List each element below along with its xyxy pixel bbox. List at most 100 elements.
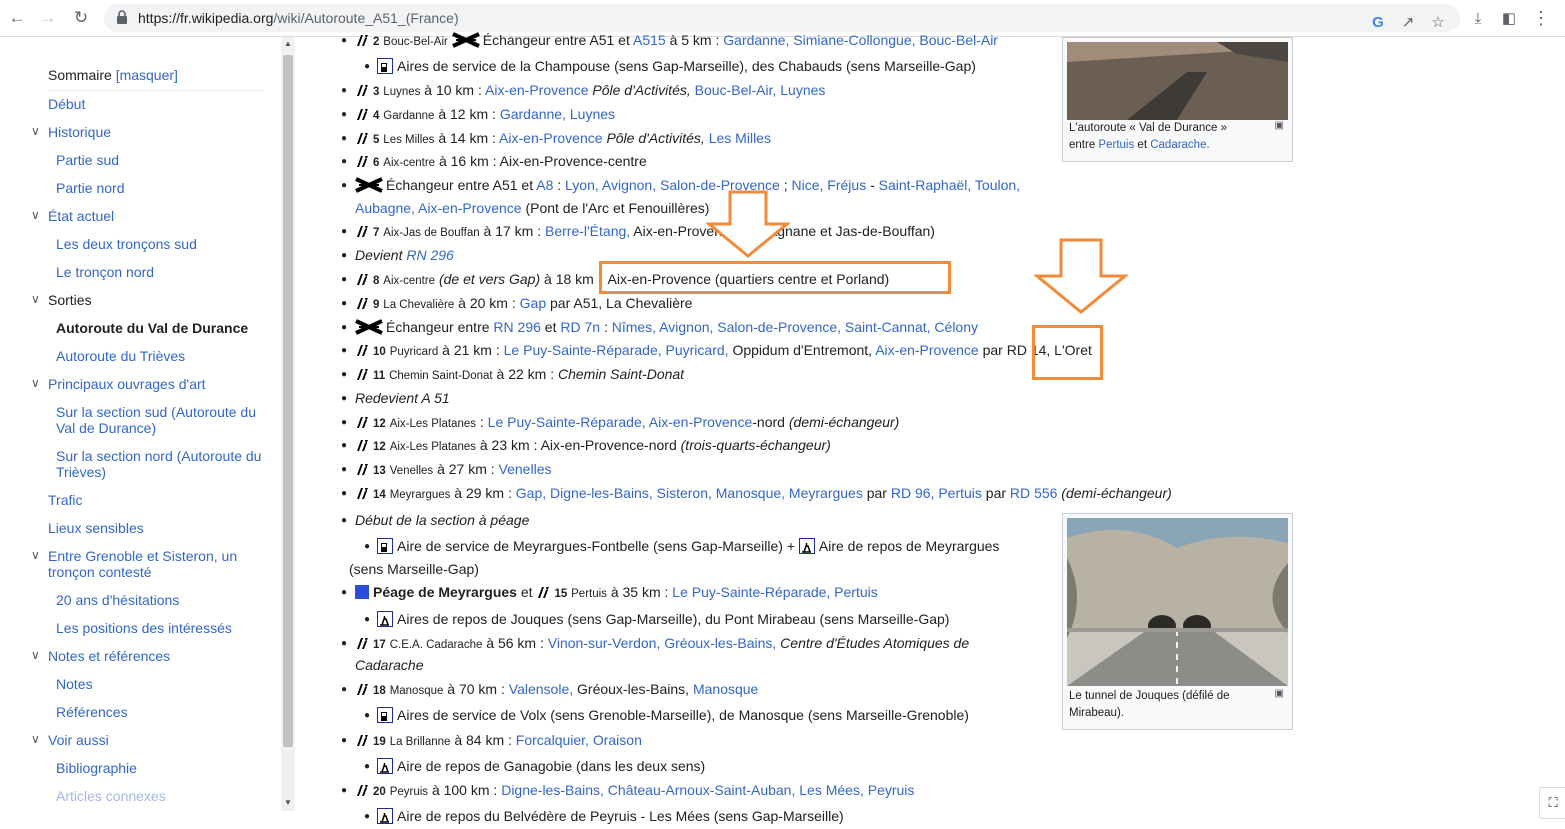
- google-icon[interactable]: G: [1366, 10, 1390, 34]
- link[interactable]: Forcalquier, Oraison: [516, 732, 642, 748]
- link[interactable]: Venelles: [499, 461, 552, 477]
- sidebar-scroll-thumb[interactable]: [283, 55, 293, 747]
- toc-item-notes-references[interactable]: Notes et références: [48, 648, 266, 664]
- link[interactable]: Le Puy-Sainte-Réparade, Aix-en-Provence: [488, 414, 753, 430]
- url-text: https://fr.wikipedia.org/wiki/Autoroute_…: [138, 10, 459, 26]
- enlarge-icon[interactable]: ▣: [1275, 120, 1284, 131]
- chevron-down-icon[interactable]: ∨: [31, 548, 40, 562]
- list-item: 20 Peyruis à 100 km : Digne-les-Bains, C…: [355, 780, 914, 802]
- back-icon[interactable]: ←: [5, 6, 29, 30]
- link[interactable]: RD 96, Pertuis: [891, 485, 982, 501]
- scroll-up-arrow-icon[interactable]: ▲: [284, 39, 292, 48]
- link[interactable]: Aubagne, Aix-en-Provence: [355, 200, 522, 216]
- list-item: 12 Aix-Les Platanes à 23 km : Aix-en-Pro…: [355, 435, 831, 457]
- link[interactable]: Le Puy-Sainte-Réparade, Pertuis: [672, 584, 877, 600]
- enlarge-icon[interactable]: ▣: [1275, 688, 1284, 699]
- exit-icon: [357, 274, 368, 285]
- link[interactable]: Gardanne, Luynes: [500, 106, 615, 122]
- bullet: ●: [341, 35, 348, 46]
- link[interactable]: Nice, Fréjus: [792, 177, 867, 193]
- toc-item-partie-nord[interactable]: Partie nord: [56, 180, 266, 196]
- toc-item-deux-troncons-sud[interactable]: Les deux tronçons sud: [56, 236, 266, 252]
- link[interactable]: Cadarache.: [1150, 139, 1209, 151]
- toc-item-positions[interactable]: Les positions des intéressés: [56, 620, 266, 636]
- address-bar[interactable]: https://fr.wikipedia.org/wiki/Autoroute_…: [104, 4, 1460, 32]
- side-panel-icon[interactable]: ◧: [1497, 6, 1521, 30]
- link[interactable]: A515: [633, 32, 666, 48]
- bookmark-star-icon[interactable]: ☆: [1426, 10, 1450, 34]
- link[interactable]: RD 7n: [560, 319, 600, 335]
- toc-item-ouvrages-art[interactable]: Principaux ouvrages d'art: [48, 376, 266, 392]
- exit-icon: [357, 156, 368, 167]
- menu-icon[interactable]: ⋮: [1529, 6, 1553, 30]
- chevron-down-icon[interactable]: ∨: [31, 648, 40, 662]
- link[interactable]: Vinon-sur-Verdon, Gréoux-les-Bains,: [548, 635, 777, 651]
- toll-icon: [355, 585, 369, 599]
- share-icon[interactable]: ↗: [1396, 10, 1420, 34]
- link[interactable]: Manosque: [693, 681, 758, 697]
- toc-item-bibliographie[interactable]: Bibliographie: [56, 760, 266, 776]
- link[interactable]: RN 296: [406, 247, 453, 263]
- link[interactable]: Les Milles: [709, 130, 771, 146]
- toc-item-val-de-durance[interactable]: Autoroute du Val de Durance: [56, 320, 266, 336]
- download-icon[interactable]: ⤓: [1466, 6, 1490, 30]
- bullet: ●: [364, 541, 371, 552]
- bullet: ●: [364, 61, 371, 72]
- toc-item-voir-aussi[interactable]: Voir aussi: [48, 732, 266, 748]
- figure-tunnel-jouques: Le tunnel de Jouques (défilé de Mirabeau…: [1062, 513, 1293, 730]
- toc-item-historique[interactable]: Historique: [48, 124, 266, 140]
- link[interactable]: Saint-Raphaël, Toulon,: [879, 177, 1020, 193]
- toc-item-section-nord[interactable]: Sur la section nord (Autoroute du Triève…: [56, 448, 266, 480]
- toc-item-trieves[interactable]: Autoroute du Trièves: [56, 348, 266, 364]
- exit-icon: [357, 85, 368, 96]
- list-item: 6 Aix-centre à 16 km : Aix-en-Provence-c…: [355, 151, 647, 173]
- toc-item-etat-actuel[interactable]: État actuel: [48, 208, 266, 224]
- link[interactable]: Nîmes, Avignon, Salon-de-Provence, Saint…: [612, 319, 978, 335]
- bullet: ●: [341, 133, 348, 144]
- toc-item-sorties[interactable]: Sorties: [48, 292, 266, 308]
- toc-hide-toggle[interactable]: [masquer]: [116, 67, 178, 83]
- chevron-down-icon[interactable]: ∨: [31, 208, 40, 222]
- link[interactable]: Gardanne, Simiane-Collongue, Bouc-Bel-Ai…: [723, 32, 998, 48]
- toc-item-partie-sud[interactable]: Partie sud: [56, 152, 266, 168]
- link[interactable]: Gap: [520, 295, 546, 311]
- bullet: ●: [364, 761, 371, 772]
- chevron-down-icon[interactable]: ∨: [31, 376, 40, 390]
- rest-area-icon: [377, 758, 393, 774]
- chevron-down-icon[interactable]: ∨: [31, 732, 40, 746]
- chevron-down-icon[interactable]: ∨: [31, 292, 40, 306]
- scroll-down-arrow-icon[interactable]: ▼: [284, 798, 292, 807]
- toc-item-debut[interactable]: Début: [48, 96, 266, 112]
- link[interactable]: Aix-en-Provence: [485, 82, 589, 98]
- toc-item-articles-connexes[interactable]: Articles connexes: [56, 788, 266, 804]
- toc-item-section-sud[interactable]: Sur la section sud (Autoroute du Val de …: [56, 404, 266, 436]
- tunnel-photo[interactable]: [1067, 518, 1288, 686]
- link[interactable]: Le Puy-Sainte-Réparade, Puyricard,: [504, 342, 729, 358]
- link[interactable]: Bouc-Bel-Air, Luynes: [695, 82, 826, 98]
- link[interactable]: Digne-les-Bains, Château-Arnoux-Saint-Au…: [501, 782, 914, 798]
- toc-item-troncon-conteste[interactable]: Entre Grenoble et Sisteron, un tronçon c…: [48, 548, 266, 580]
- fullscreen-icon[interactable]: ⛶: [1539, 787, 1565, 819]
- link[interactable]: Aix-en-Provence: [875, 342, 979, 358]
- exit-icon: [357, 35, 368, 46]
- link[interactable]: Valensole,: [509, 681, 573, 697]
- link[interactable]: RN 296: [493, 319, 540, 335]
- exit-icon: [357, 109, 368, 120]
- toc-item-references[interactable]: Références: [56, 704, 266, 720]
- link[interactable]: A8: [536, 177, 553, 193]
- rest-area-icon: [377, 808, 393, 824]
- link[interactable]: Gap, Digne-les-Bains, Sisteron, Manosque…: [516, 485, 863, 501]
- link[interactable]: Pertuis: [1098, 139, 1134, 151]
- chevron-down-icon[interactable]: ∨: [31, 124, 40, 138]
- toc-item-notes[interactable]: Notes: [56, 676, 266, 692]
- link[interactable]: RD 556: [1010, 485, 1057, 501]
- link[interactable]: Aix-en-Provence: [499, 130, 603, 146]
- toc-item-troncon-nord[interactable]: Le tronçon nord: [56, 264, 266, 280]
- link[interactable]: Berre-l'Étang,: [545, 223, 630, 239]
- toc-item-hesitations[interactable]: 20 ans d'hésitations: [56, 592, 266, 608]
- highway-landscape-photo[interactable]: [1067, 42, 1288, 120]
- toc-item-lieux-sensibles[interactable]: Lieux sensibles: [48, 520, 266, 536]
- toc-item-trafic[interactable]: Trafic: [48, 492, 266, 508]
- reload-icon[interactable]: ↻: [69, 6, 93, 30]
- forward-icon[interactable]: →: [36, 6, 60, 30]
